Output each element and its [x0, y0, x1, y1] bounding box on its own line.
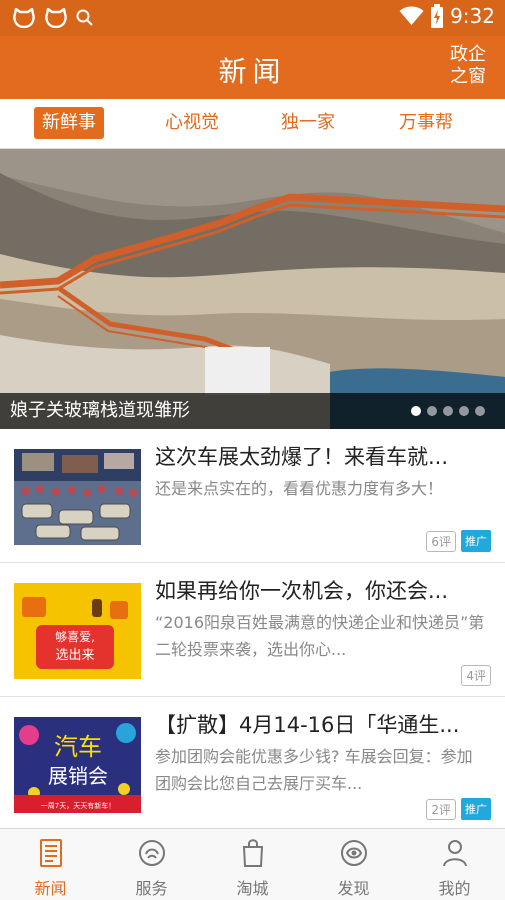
- news-summary: “2016阳泉百姓最满意的快递企业和快递员”第二轮投票来袭，选出你心...: [155, 613, 485, 659]
- news-title: 这次车展太劲爆了！来看车就...: [155, 445, 449, 469]
- vote-image: 够喜爱, 选出来: [14, 583, 141, 679]
- news-thumbnail: [14, 449, 141, 545]
- promotion-badge: 推广: [461, 798, 491, 820]
- nav-shop-label: 淘城: [236, 879, 269, 898]
- bottom-navigation: 新闻 服务 淘城 发现 我的: [0, 828, 505, 900]
- cat-face-icon: [13, 8, 35, 28]
- nav-profile[interactable]: 我的: [404, 829, 505, 900]
- news-thumbnail: 够喜爱, 选出来: [14, 583, 141, 679]
- car-expo-image-title: 汽车: [54, 733, 102, 761]
- car-expo-image-slogan: 一周7天，天天有新车！: [41, 801, 115, 810]
- nav-news-label: 新闻: [34, 879, 67, 898]
- tab-news-fresh[interactable]: 新鲜事: [34, 107, 104, 139]
- news-meta: 2评 推广: [426, 798, 491, 820]
- newspaper-icon: [39, 839, 62, 867]
- app-header: 新闻 政企之窗: [0, 36, 505, 99]
- news-title: 如果再给你一次机会，你还会...: [155, 579, 449, 603]
- status-left-icons: [12, 8, 94, 28]
- news-summary: 还是来点实在的，看看优惠力度有多大！: [155, 479, 444, 498]
- carousel-dot[interactable]: [443, 406, 453, 416]
- news-summary: 参加团购会能优惠多少钱? 车展会回复：参加团购会比您自己去展厅买车...: [155, 747, 473, 793]
- promotion-badge: 推广: [461, 530, 491, 552]
- news-item[interactable]: 这次车展太劲爆了！来看车就... 还是来点实在的，看看优惠力度有多大！ 6评 推…: [0, 429, 505, 563]
- nav-news[interactable]: 新闻: [0, 829, 101, 900]
- news-thumbnail: 汽车 展销会 一周7天，天天有新车！: [14, 717, 141, 813]
- nav-discover[interactable]: 发现: [303, 829, 404, 900]
- vote-image-text-top: 够喜爱,: [55, 630, 95, 644]
- carousel-indicators: [411, 406, 485, 416]
- page-title: 新闻: [218, 55, 287, 88]
- shopping-bag-icon: [242, 839, 263, 867]
- search-icon: [76, 9, 93, 26]
- news-meta: 6评 推广: [426, 530, 491, 552]
- banner-carousel[interactable]: 娘子关玻璃栈道现雏形: [0, 149, 505, 429]
- car-show-image: [14, 449, 141, 545]
- comment-count-badge: 4评: [461, 665, 491, 686]
- cat-face-icon: [45, 8, 67, 28]
- discover-icon: [340, 840, 367, 866]
- news-item[interactable]: 汽车 展销会 一周7天，天天有新车！ 【扩散】4月14-16日「华通生... 参…: [0, 697, 505, 831]
- car-expo-image-subtitle: 展销会: [48, 764, 108, 788]
- battery-icon: [431, 4, 444, 28]
- banner-image: [0, 149, 505, 429]
- comment-count-badge: 6评: [426, 530, 456, 552]
- news-title: 【扩散】4月14-16日「华通生...: [155, 713, 460, 737]
- status-right: 9:32: [399, 4, 495, 28]
- nav-service-label: 服务: [135, 879, 168, 898]
- tab-help[interactable]: 万事帮: [392, 107, 460, 139]
- profile-icon: [442, 840, 467, 867]
- service-icon: [138, 840, 165, 866]
- nav-discover-label: 发现: [337, 879, 370, 898]
- government-window-button[interactable]: 政企之窗: [447, 44, 489, 88]
- category-tabs: 新鲜事 心视觉 独一家 万事帮: [0, 99, 505, 149]
- nav-service[interactable]: 服务: [101, 829, 202, 900]
- news-item[interactable]: 够喜爱, 选出来 如果再给你一次机会，你还会... “2016阳泉百姓最满意的快…: [0, 563, 505, 697]
- wifi-icon: [399, 6, 424, 25]
- car-expo-image: 汽车 展销会 一周7天，天天有新车！: [14, 717, 141, 813]
- comment-count-badge: 2评: [426, 798, 456, 820]
- carousel-dot[interactable]: [475, 406, 485, 416]
- carousel-dot[interactable]: [411, 406, 421, 416]
- news-meta: 4评: [461, 665, 491, 686]
- carousel-dot[interactable]: [427, 406, 437, 416]
- status-bar: 9:32: [0, 0, 505, 36]
- nav-profile-label: 我的: [438, 879, 471, 898]
- clock: 9:32: [450, 4, 495, 28]
- news-list: 这次车展太劲爆了！来看车就... 还是来点实在的，看看优惠力度有多大！ 6评 推…: [0, 429, 505, 831]
- tab-heart-vision[interactable]: 心视觉: [158, 107, 226, 139]
- vote-image-text-bottom: 选出来: [55, 648, 94, 663]
- tab-exclusive[interactable]: 独一家: [274, 107, 342, 139]
- carousel-dot[interactable]: [459, 406, 469, 416]
- nav-shop[interactable]: 淘城: [202, 829, 303, 900]
